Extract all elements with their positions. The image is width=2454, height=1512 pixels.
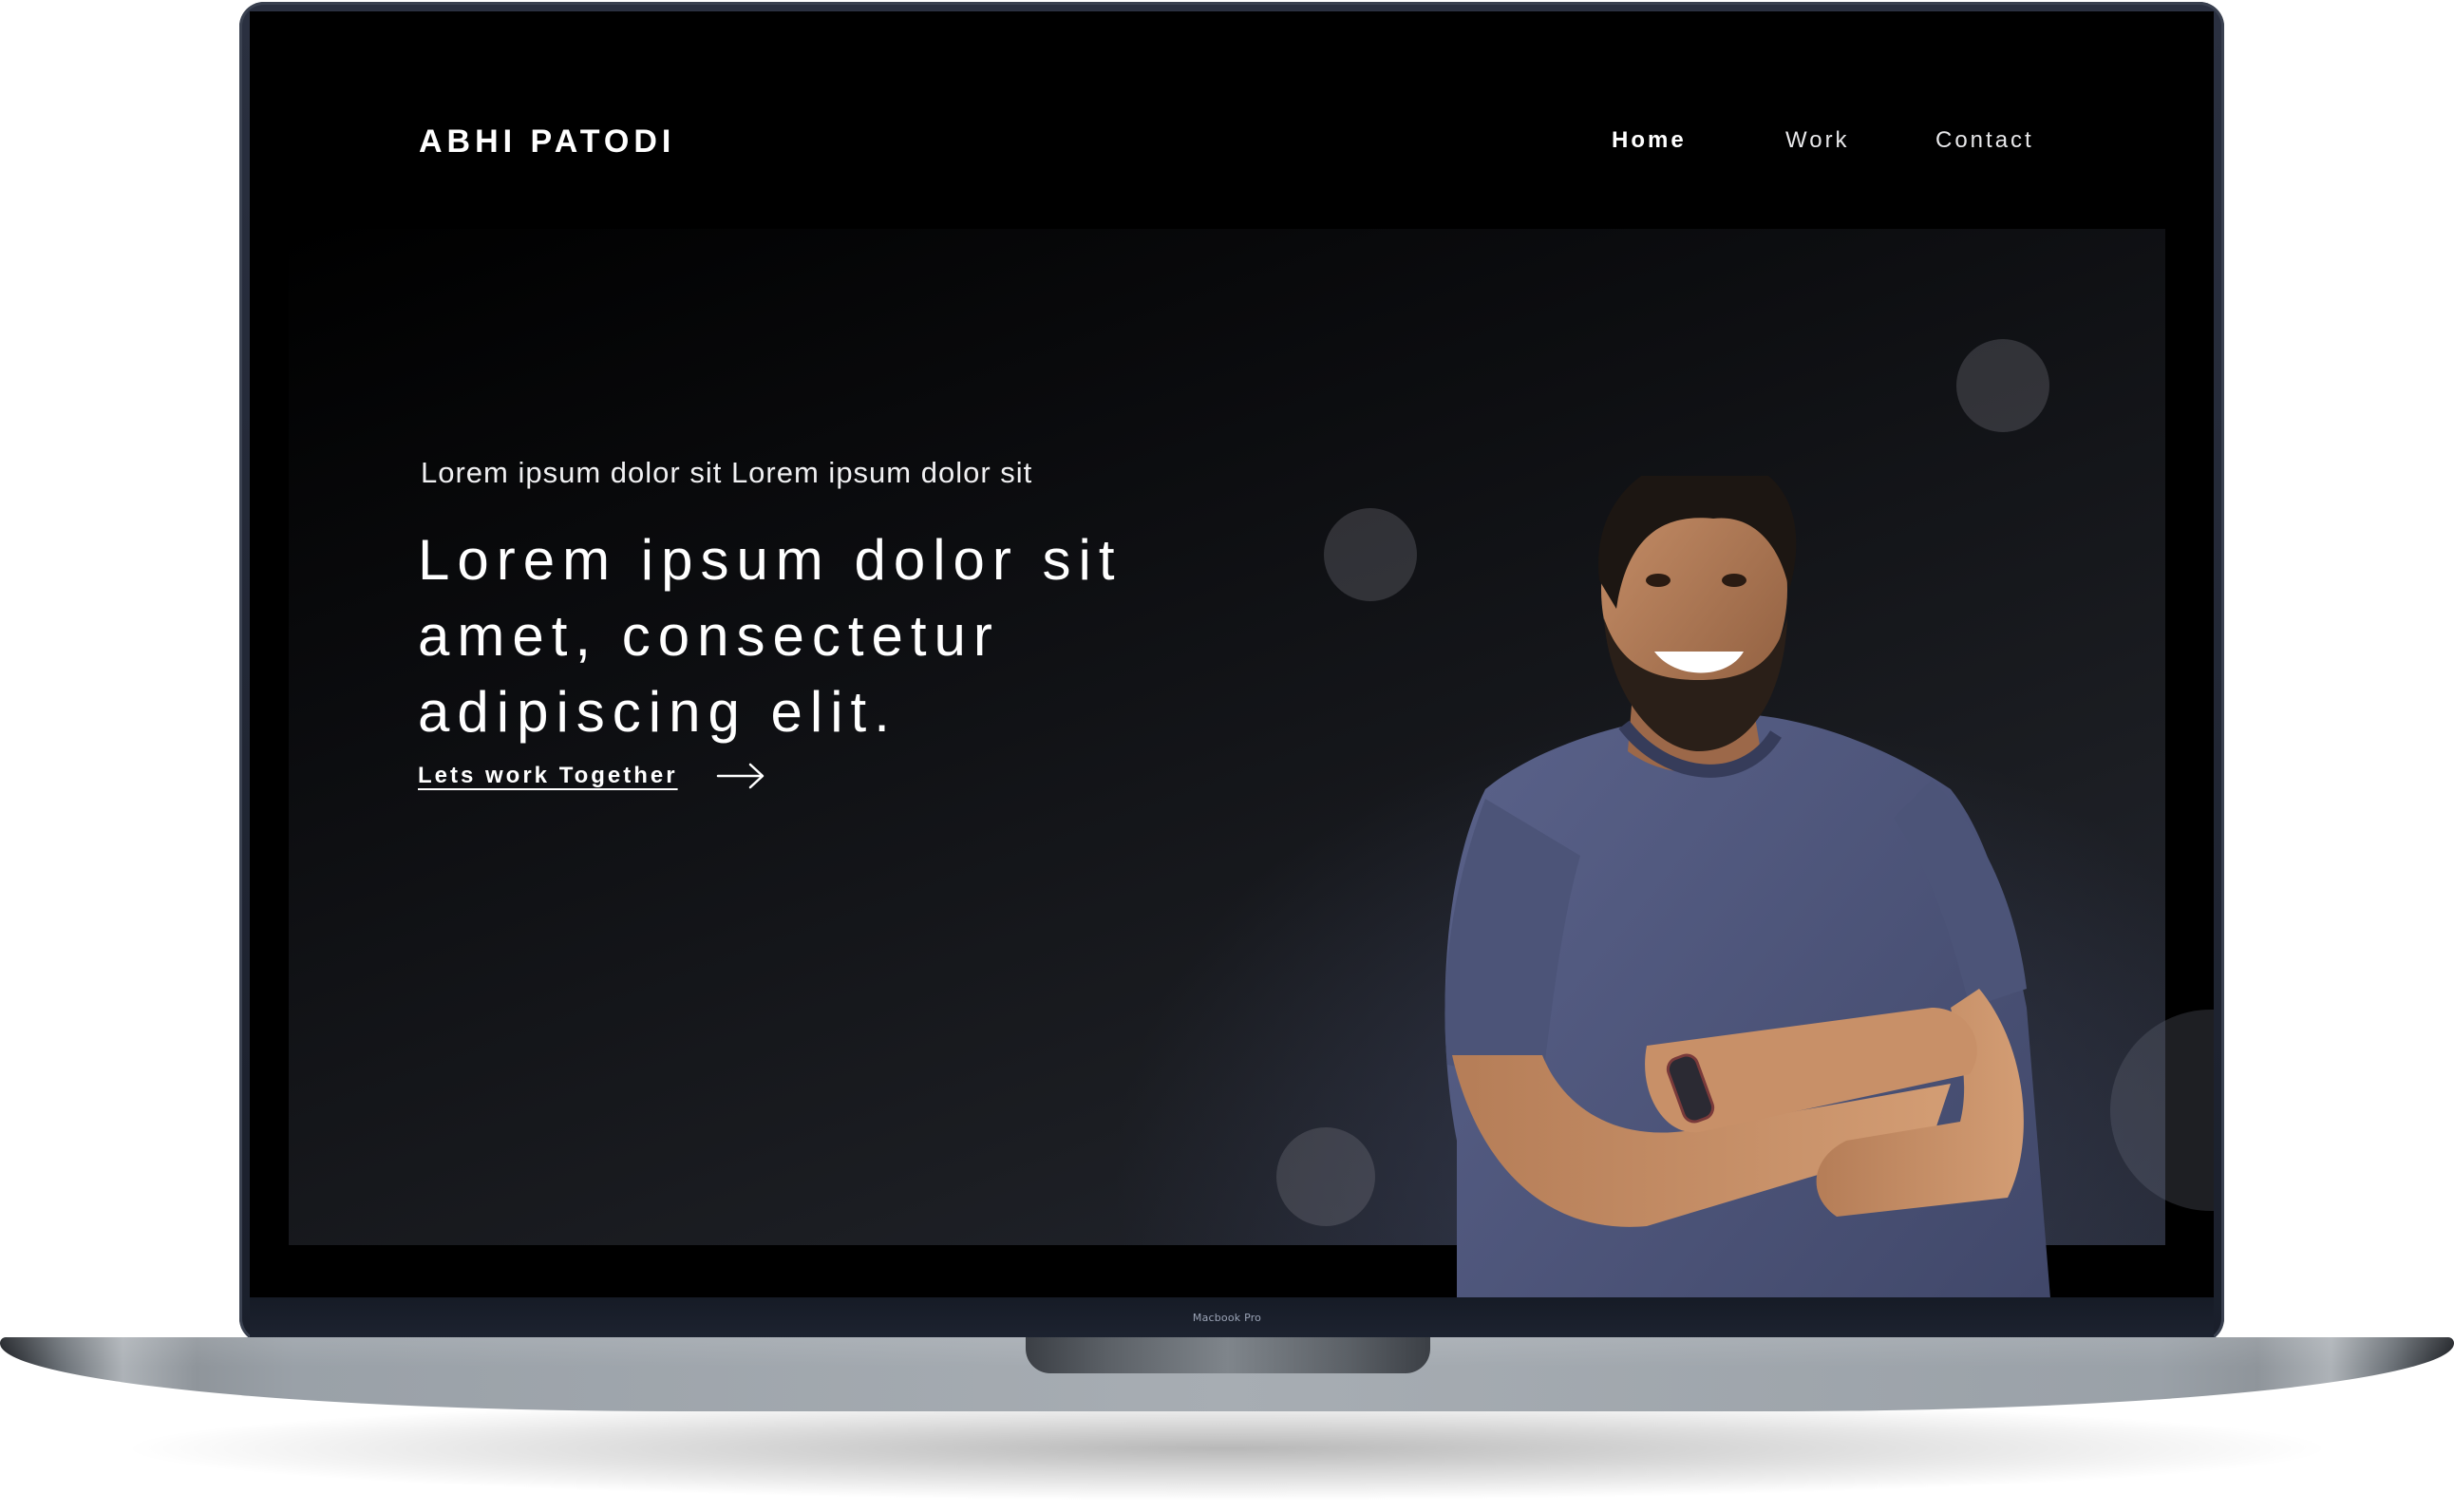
decorative-bubble <box>1956 339 2049 432</box>
hero-eyebrow: Lorem ipsum dolor sit Lorem ipsum dolor … <box>421 456 1033 489</box>
cta-label[interactable]: Lets work Together <box>418 763 678 789</box>
nav-home-link[interactable]: Home <box>1612 127 1687 165</box>
mockup-stage: ABHI PATODI Home Work Contact Lorem ipsu… <box>0 0 2454 1512</box>
site-logo[interactable]: ABHI PATODI <box>419 123 675 161</box>
nav-work-link[interactable]: Work <box>1785 127 1850 165</box>
headline-line: adipiscing elit. <box>418 680 897 744</box>
headline-line: Lorem ipsum dolor sit <box>418 528 1123 592</box>
cta-link[interactable]: Lets work Together <box>418 762 765 790</box>
decorative-bubble <box>1276 1127 1375 1226</box>
laptop-opening-notch <box>1026 1337 1430 1373</box>
website-screen: ABHI PATODI Home Work Contact Lorem ipsu… <box>250 11 2214 1297</box>
portrait-image <box>1444 476 2050 1297</box>
arrow-right-icon[interactable] <box>716 762 765 790</box>
hero-headline: Lorem ipsum dolor sit amet, consectetur … <box>418 522 1254 750</box>
nav-contact-link[interactable]: Contact <box>1935 127 2034 165</box>
device-label: Macbook Pro <box>1192 1312 1262 1324</box>
headline-line: amet, consectetur <box>418 604 1000 668</box>
decorative-bubble <box>2110 1010 2214 1211</box>
laptop-shadow <box>114 1396 2340 1501</box>
